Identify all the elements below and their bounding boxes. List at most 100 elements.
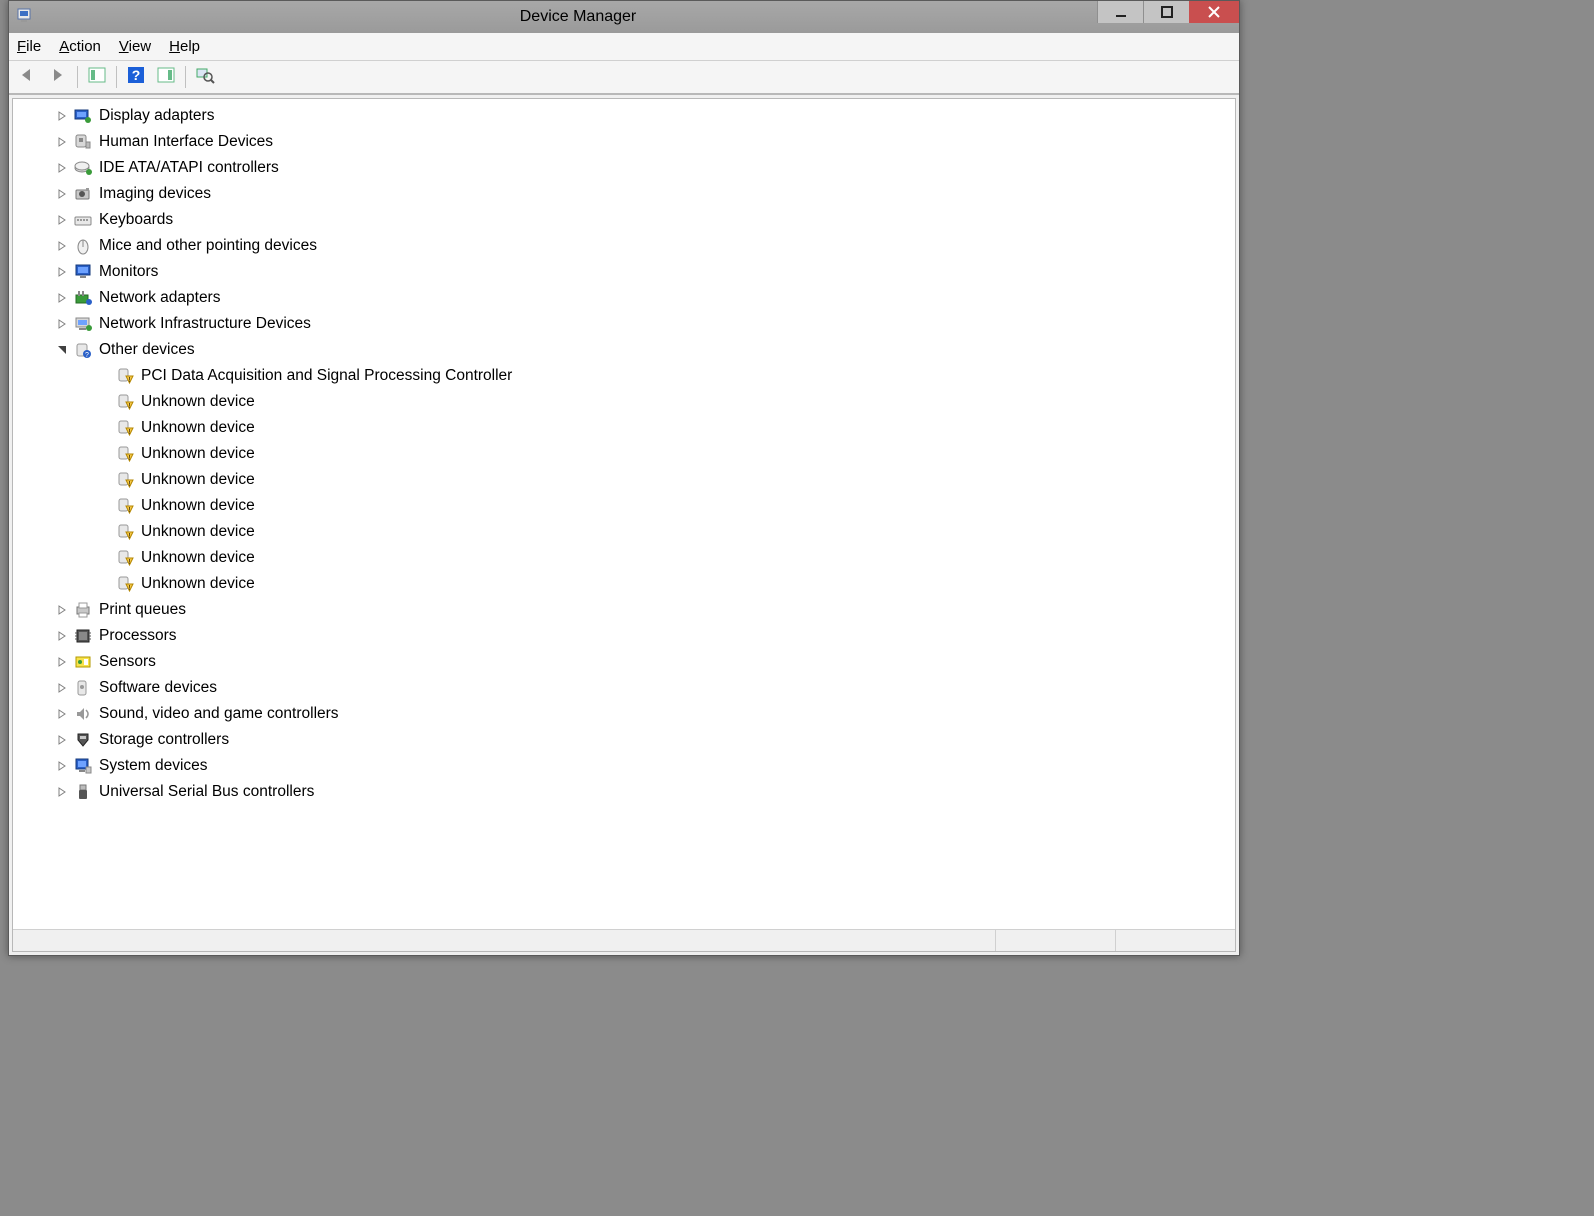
toolbar-scan-hardware-button[interactable] — [192, 64, 218, 90]
tree-category[interactable]: Sensors — [13, 649, 1235, 675]
usb-icon — [73, 782, 93, 802]
tree-category-label: Sound, video and game controllers — [99, 705, 339, 723]
tree-category[interactable]: Monitors — [13, 259, 1235, 285]
tree-category-label: Monitors — [99, 263, 158, 281]
tree-category[interactable]: Universal Serial Bus controllers — [13, 779, 1235, 805]
expand-glyph-icon[interactable] — [55, 109, 69, 123]
toolbar-back-button[interactable] — [15, 64, 41, 90]
menu-help[interactable]: Help — [169, 38, 200, 55]
tree-category[interactable]: Sound, video and game controllers — [13, 701, 1235, 727]
status-pane-main — [13, 930, 995, 951]
tree-category[interactable]: Software devices — [13, 675, 1235, 701]
printer-icon — [73, 600, 93, 620]
imaging-icon — [73, 184, 93, 204]
close-button[interactable] — [1189, 1, 1239, 23]
toolbar-separator — [77, 66, 78, 88]
svg-text:!: ! — [129, 403, 131, 410]
expand-glyph-icon[interactable] — [55, 785, 69, 799]
software-icon — [73, 678, 93, 698]
expand-glyph-icon[interactable] — [55, 629, 69, 643]
expand-glyph-icon[interactable] — [55, 135, 69, 149]
tree-device[interactable]: ! Unknown device — [13, 389, 1235, 415]
expand-glyph-icon[interactable] — [55, 317, 69, 331]
tree-device[interactable]: !Unknown device — [13, 415, 1235, 441]
tree-device[interactable]: !Unknown device — [13, 519, 1235, 545]
network-infra-icon — [73, 314, 93, 334]
expand-glyph-icon[interactable] — [55, 291, 69, 305]
toolbar-properties-button[interactable] — [84, 64, 110, 90]
tree-category[interactable]: Imaging devices — [13, 181, 1235, 207]
tree-device-label: Unknown device — [141, 471, 255, 489]
tree-category-label: Display adapters — [99, 107, 214, 125]
status-bar — [13, 929, 1235, 951]
tree-device-label: Unknown device — [141, 445, 255, 463]
expand-glyph-icon[interactable] — [55, 733, 69, 747]
tree-device[interactable]: ! Unknown device — [13, 441, 1235, 467]
menu-bar: File Action View Help — [9, 33, 1239, 61]
tree-device[interactable]: !PCI Data Acquisition and Signal Process… — [13, 363, 1235, 389]
svg-text:!: ! — [129, 481, 131, 488]
content-area: Display adaptersHuman Interface DevicesI… — [12, 98, 1236, 952]
minimize-button[interactable] — [1097, 1, 1143, 23]
toolbar-separator — [185, 66, 186, 88]
toolbar-forward-button[interactable] — [45, 64, 71, 90]
app-icon — [17, 7, 37, 27]
other-icon: ? — [73, 340, 93, 360]
sound-icon — [73, 704, 93, 724]
menu-view[interactable]: View — [119, 38, 151, 55]
menu-action[interactable]: Action — [59, 38, 101, 55]
tree-device[interactable]: !Unknown device — [13, 545, 1235, 571]
tree-category[interactable]: ?Other devices — [13, 337, 1235, 363]
back-arrow-icon — [18, 67, 38, 87]
tree-category-label: Network adapters — [99, 289, 220, 307]
tree-device[interactable]: ! Unknown device — [13, 493, 1235, 519]
toolbar-action-pane-button[interactable] — [153, 64, 179, 90]
warning-device-icon: ! — [115, 496, 135, 516]
tree-category[interactable]: Print queues — [13, 597, 1235, 623]
expand-glyph-icon[interactable] — [55, 239, 69, 253]
tree-device[interactable]: ! Unknown device — [13, 467, 1235, 493]
svg-text:?: ? — [85, 352, 89, 359]
toolbar-help-button[interactable]: ? — [123, 64, 149, 90]
collapse-glyph-icon[interactable] — [55, 343, 69, 357]
tree-category-label: Software devices — [99, 679, 217, 697]
expand-glyph-icon[interactable] — [55, 655, 69, 669]
tree-category[interactable]: Processors — [13, 623, 1235, 649]
device-tree[interactable]: Display adaptersHuman Interface DevicesI… — [13, 99, 1235, 929]
maximize-button[interactable] — [1143, 1, 1189, 23]
tree-category[interactable]: Display adapters — [13, 103, 1235, 129]
expand-glyph-icon[interactable] — [55, 161, 69, 175]
tree-category[interactable]: Network adapters — [13, 285, 1235, 311]
svg-text:!: ! — [129, 559, 131, 566]
monitor-icon — [73, 262, 93, 282]
expand-glyph-icon[interactable] — [55, 603, 69, 617]
status-pane-1 — [995, 930, 1115, 951]
tree-device-label: Unknown device — [141, 393, 255, 411]
expand-glyph-icon[interactable] — [55, 213, 69, 227]
expand-glyph-icon[interactable] — [55, 187, 69, 201]
tree-category[interactable]: System devices — [13, 753, 1235, 779]
tree-category-label: Network Infrastructure Devices — [99, 315, 311, 333]
properties-pane-icon — [88, 67, 106, 87]
expand-glyph-icon[interactable] — [55, 707, 69, 721]
title-bar[interactable]: Device Manager — [9, 1, 1239, 33]
warning-device-icon: ! — [115, 470, 135, 490]
tree-category[interactable]: Network Infrastructure Devices — [13, 311, 1235, 337]
tree-category[interactable]: Keyboards — [13, 207, 1235, 233]
system-icon — [73, 756, 93, 776]
warning-device-icon: ! — [115, 366, 135, 386]
warning-device-icon: ! — [115, 392, 135, 412]
tree-device[interactable]: !Unknown device — [13, 571, 1235, 597]
tree-category[interactable]: Storage controllers — [13, 727, 1235, 753]
tree-category[interactable]: Mice and other pointing devices — [13, 233, 1235, 259]
tree-category[interactable]: IDE ATA/ATAPI controllers — [13, 155, 1235, 181]
expand-glyph-icon[interactable] — [55, 759, 69, 773]
svg-text:!: ! — [129, 533, 131, 540]
expand-glyph-icon[interactable] — [55, 681, 69, 695]
tree-category-label: Universal Serial Bus controllers — [99, 783, 314, 801]
tree-device-label: Unknown device — [141, 497, 255, 515]
menu-file[interactable]: File — [17, 38, 41, 55]
tree-category[interactable]: Human Interface Devices — [13, 129, 1235, 155]
expand-glyph-icon[interactable] — [55, 265, 69, 279]
svg-text:!: ! — [129, 455, 131, 462]
